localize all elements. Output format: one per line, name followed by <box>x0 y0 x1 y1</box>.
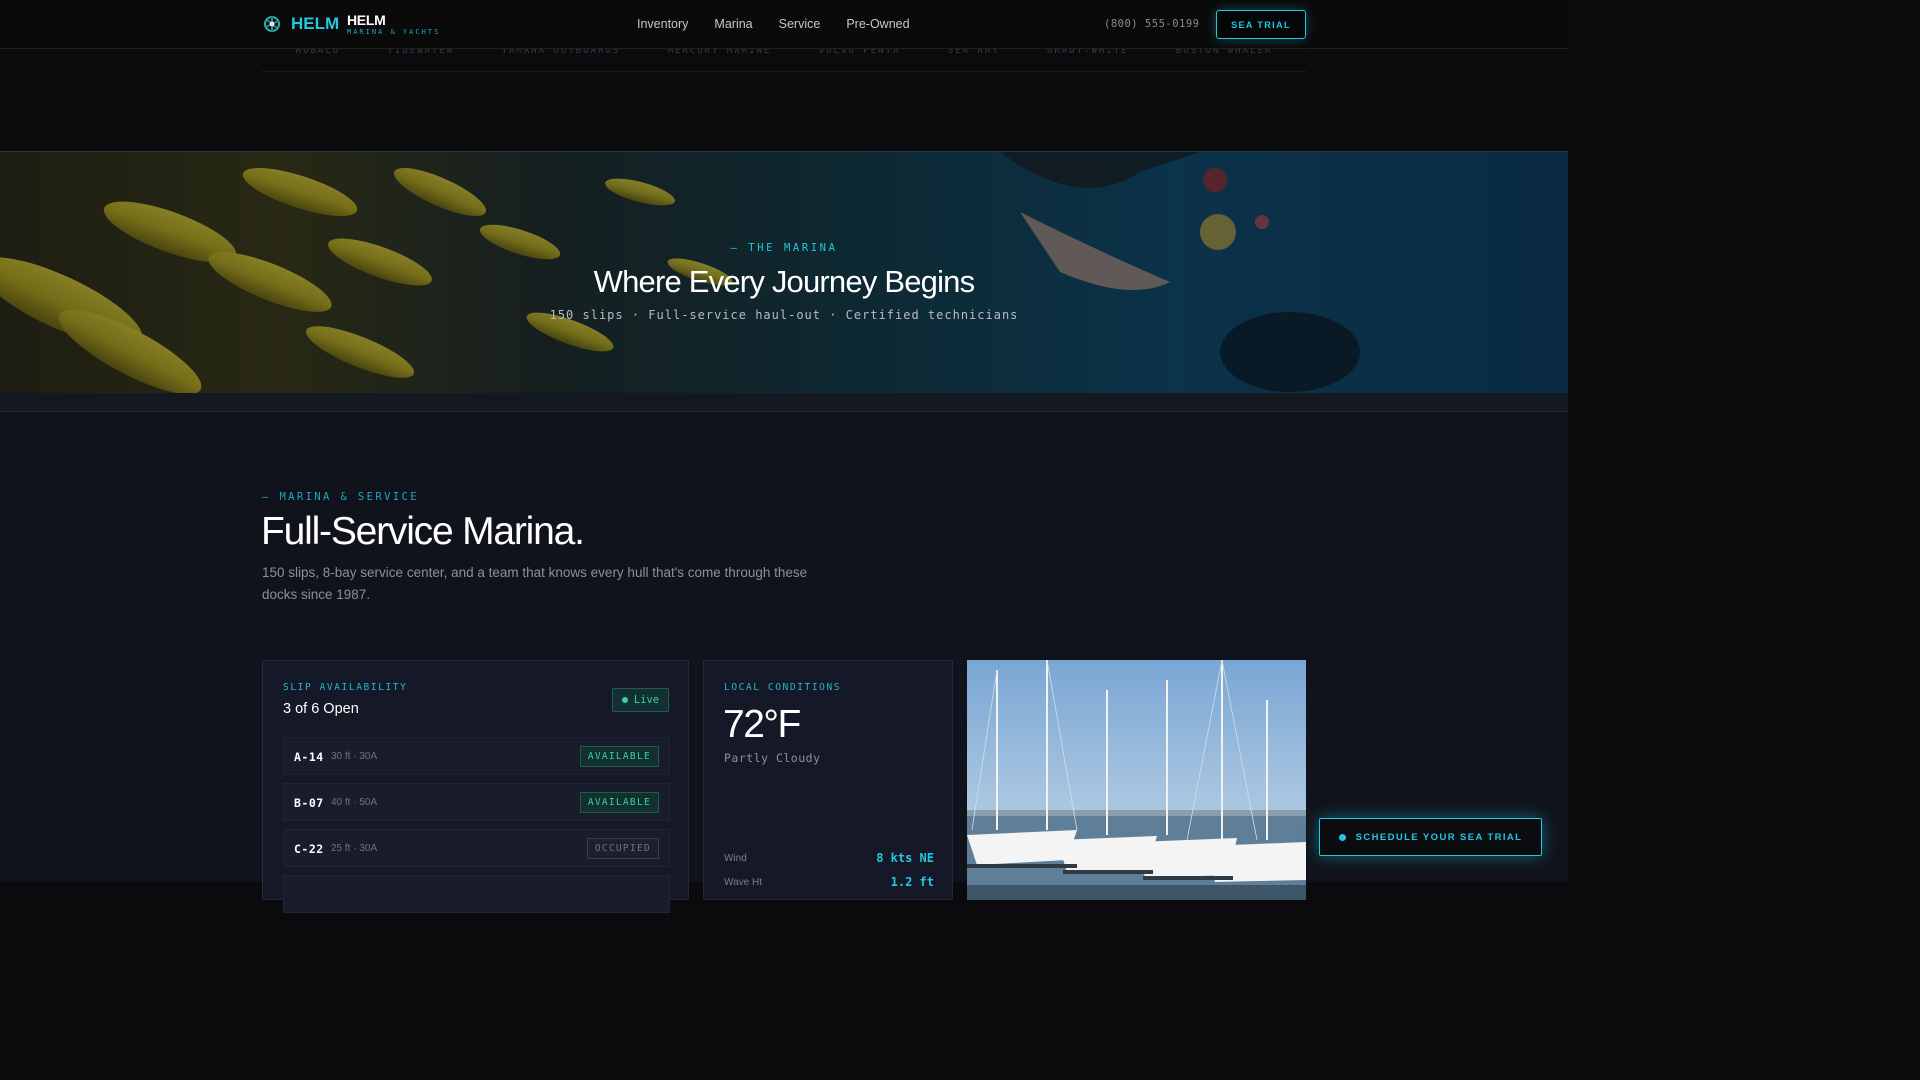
nav-link-marina[interactable]: Marina <box>714 17 752 31</box>
hero-eyebrow: — THE MARINA <box>730 242 838 254</box>
slip-status-badge: AVAILABLE <box>579 746 659 767</box>
local-conditions-card: LOCAL CONDITIONS 72°F Partly Cloudy Wind… <box>703 660 953 900</box>
logo[interactable]: HELM <box>262 14 339 34</box>
sea-trial-button[interactable]: SEA TRIAL <box>1216 10 1306 39</box>
slip-count: 3 of 6 Open <box>283 701 359 717</box>
schedule-sea-trial-button[interactable]: SCHEDULE YOUR SEA TRIAL <box>1319 818 1542 856</box>
nav-links: Inventory Marina Service Pre-Owned <box>637 17 910 31</box>
condition-key: Wind <box>724 853 747 864</box>
schedule-sea-trial-label: SCHEDULE YOUR SEA TRIAL <box>1355 831 1523 843</box>
slip-availability-card: SLIP AVAILABILITY 3 of 6 Open Live A-14 … <box>262 660 689 913</box>
slip-spec: 30 ft · 30A <box>331 751 378 762</box>
slip-row[interactable]: B-07 40 ft · 50A AVAILABLE <box>283 783 670 821</box>
condition-row-wind: Wind 8 kts NE <box>724 851 934 867</box>
condition-key: Wave Ht <box>724 877 762 888</box>
live-dot-icon <box>621 697 628 703</box>
slip-row[interactable]: A-14 30 ft · 30A AVAILABLE <box>283 737 670 775</box>
hero-subtitle: 150 slips · Full-service haul-out · Cert… <box>549 308 1019 322</box>
top-nav: HELM HELM MARINA & YACHTS Inventory Mari… <box>0 0 1568 49</box>
slip-id: C-22 <box>294 842 324 856</box>
slip-id: B-07 <box>294 796 324 810</box>
live-badge: Live <box>612 688 669 712</box>
slip-spec: 25 ft · 30A <box>331 843 378 854</box>
slip-status-badge: OCCUPIED <box>586 838 659 859</box>
live-label: Live <box>633 694 660 706</box>
conditions-card-label: LOCAL CONDITIONS <box>724 682 842 693</box>
temperature-value: 72°F <box>723 703 801 746</box>
section-eyebrow: — MARINA & SERVICE <box>262 491 419 503</box>
section-title: Full-Service Marina. <box>261 510 585 553</box>
sailboat-harbor-image <box>967 660 1306 900</box>
condition-row-wave: Wave Ht 1.2 ft <box>724 875 934 891</box>
slip-status-badge: AVAILABLE <box>579 792 659 813</box>
nav-link-service[interactable]: Service <box>779 17 821 31</box>
slip-id: A-14 <box>294 750 324 764</box>
slip-card-label: SLIP AVAILABILITY <box>283 682 408 693</box>
hero-bottom-band <box>0 393 1568 412</box>
section-description: 150 slips, 8-bay service center, and a t… <box>262 565 808 602</box>
slip-row[interactable]: C-22 25 ft · 30A OCCUPIED <box>283 829 670 867</box>
phone-number[interactable]: (800) 555-0199 <box>1104 18 1200 30</box>
slip-row[interactable] <box>283 875 670 913</box>
slip-spec: 40 ft · 50A <box>331 797 378 808</box>
marina-photo <box>967 660 1306 900</box>
brand-name: HELM <box>347 12 386 28</box>
marina-section: — MARINA & SERVICE Full-Service Marina. … <box>0 412 1568 913</box>
logo-text: HELM <box>291 14 340 33</box>
brand-wordmark: HELM MARINA & YACHTS <box>347 12 440 36</box>
weather-summary: Partly Cloudy <box>724 751 821 765</box>
status-dot-icon <box>1338 833 1346 841</box>
brand-tagline: MARINA & YACHTS <box>347 28 441 36</box>
hero-banner: — THE MARINA Where Every Journey Begins … <box>0 151 1568 393</box>
nav-link-pre-owned[interactable]: Pre-Owned <box>846 17 909 31</box>
helm-wheel-icon <box>264 16 280 32</box>
condition-value: 1.2 ft <box>890 875 934 889</box>
hero-title: Where Every Journey Begins <box>593 264 975 299</box>
nav-link-inventory[interactable]: Inventory <box>637 17 688 31</box>
condition-value: 8 kts NE <box>876 851 934 865</box>
